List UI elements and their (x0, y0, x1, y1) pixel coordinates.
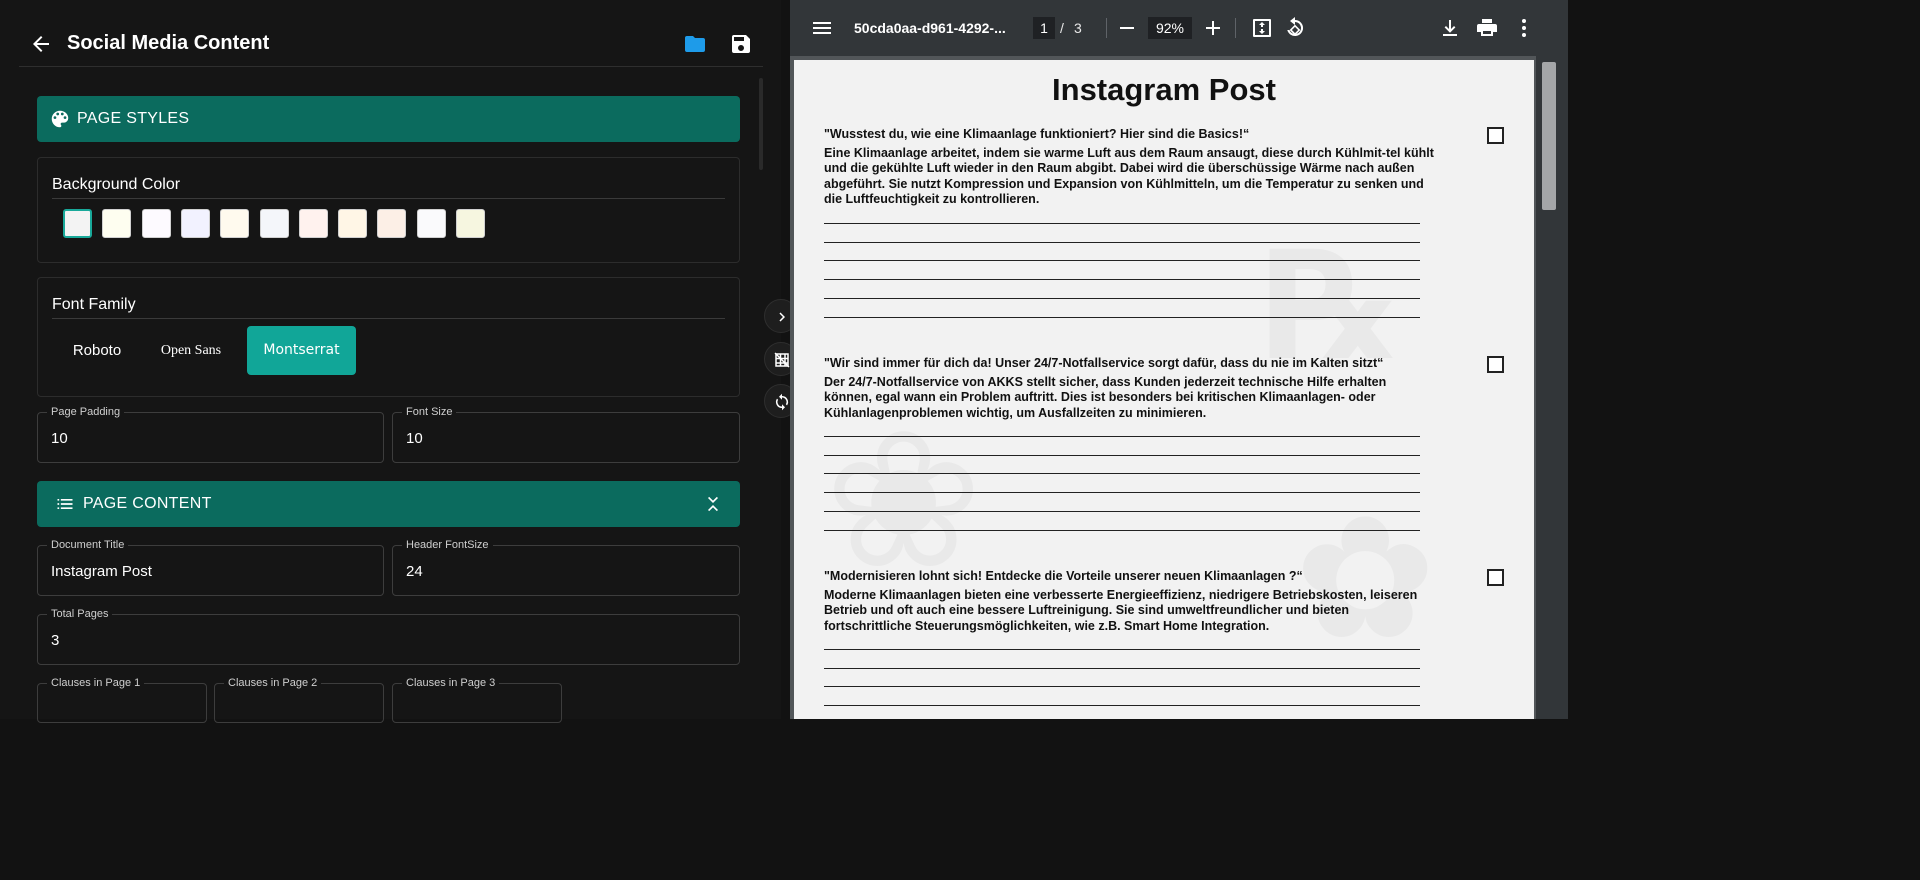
pdf-item-checkbox[interactable] (1487, 356, 1504, 373)
app-root: Social Media Content PAGE STYLES Backgro… (0, 0, 1568, 723)
palette-icon (51, 110, 69, 128)
editor-panel: Social Media Content PAGE STYLES Backgro… (0, 0, 781, 723)
download-icon[interactable] (1438, 16, 1462, 40)
clauses-page-2-label: Clauses in Page 2 (224, 677, 322, 689)
page-content-accordion[interactable]: PAGE CONTENT (37, 481, 740, 527)
background-swatch[interactable] (298, 209, 328, 238)
editor-header: Social Media Content (19, 20, 763, 67)
page-padding-value: 10 (51, 430, 68, 447)
rotate-icon[interactable] (1283, 16, 1307, 40)
list-icon (57, 499, 73, 509)
pdf-viewer: 50cda0aa-d961-4292-... 1 / 3 92% ℞ ❀ ✿ I… (790, 0, 1568, 719)
document-title-label: Document Title (47, 539, 129, 551)
page-content-heading: PAGE CONTENT (83, 495, 212, 512)
pdf-item-title: "Modernisieren lohnt sich! Entdecke die … (824, 569, 1303, 583)
pdf-item-checkbox[interactable] (1487, 569, 1504, 586)
font-size-value: 10 (406, 430, 423, 447)
background-swatch[interactable] (180, 209, 210, 238)
font-size-field[interactable]: Font Size 10 (392, 406, 740, 463)
page-count: 3 (1074, 20, 1082, 36)
page-title: Social Media Content (67, 32, 270, 54)
pdf-file-name: 50cda0aa-d961-4292-... (854, 20, 1006, 36)
more-vert-icon[interactable] (1512, 16, 1536, 40)
page-number-input[interactable]: 1 (1033, 17, 1055, 39)
answer-lines (824, 631, 1420, 719)
header-font-size-label: Header FontSize (402, 539, 493, 551)
background-color-card: Background Color (37, 157, 740, 263)
header-font-size-field[interactable]: Header FontSize 24 (392, 539, 740, 596)
zoom-out-icon[interactable] (1115, 16, 1139, 40)
pdf-item-checkbox[interactable] (1487, 127, 1504, 144)
font-option-roboto[interactable]: Roboto (58, 326, 136, 375)
arrow-back-icon[interactable] (29, 32, 53, 56)
pdf-scrollbar-thumb[interactable] (1542, 62, 1556, 210)
answer-lines (824, 418, 1420, 531)
background-swatch[interactable] (338, 209, 368, 238)
background-swatch[interactable] (259, 209, 289, 238)
page-padding-field[interactable]: Page Padding 10 (37, 406, 384, 463)
header-font-size-value: 24 (406, 563, 423, 580)
chevron-right-icon (779, 312, 785, 322)
pdf-item: "Wusstest du, wie eine Klimaanlage funkt… (824, 127, 1436, 208)
collapse-icon[interactable] (703, 494, 723, 514)
font-size-label: Font Size (402, 406, 457, 418)
background-swatch[interactable] (141, 209, 171, 238)
pdf-title: Instagram Post (1052, 72, 1276, 107)
pdf-item-title: "Wir sind immer für dich da! Unser 24/7-… (824, 356, 1384, 370)
background-color-label: Background Color (52, 176, 181, 193)
clauses-page-3-field[interactable]: Clauses in Page 3 (392, 677, 562, 723)
font-option-open-sans[interactable]: Open Sans (146, 326, 236, 375)
page-styles-heading: PAGE STYLES (77, 110, 190, 127)
total-pages-value: 3 (51, 632, 60, 649)
pdf-item-body: Moderne Klimaanlagen bieten eine verbess… (824, 588, 1418, 633)
background-swatch[interactable] (102, 209, 132, 238)
divider (52, 198, 725, 199)
folder-icon[interactable] (683, 32, 707, 56)
pdf-item-body: Eine Klimaanlage arbeitet, indem sie war… (824, 146, 1434, 207)
clauses-page-1-label: Clauses in Page 1 (47, 677, 145, 689)
page-padding-label: Page Padding (47, 406, 125, 418)
pdf-item: "Modernisieren lohnt sich! Entdecke die … (824, 569, 1436, 634)
pdf-page: ℞ ❀ ✿ Instagram Post "Wusstest du, wie e… (794, 60, 1534, 719)
background-swatch[interactable] (416, 209, 446, 238)
page-styles-accordion[interactable]: PAGE STYLES (37, 96, 740, 142)
total-pages-label: Total Pages (47, 608, 113, 620)
print-icon[interactable] (1475, 16, 1499, 40)
fit-page-icon[interactable] (1250, 16, 1274, 40)
panel-scrollbar[interactable] (759, 78, 763, 170)
pdf-item-body: Der 24/7-Notfallservice von AKKS stellt … (824, 375, 1387, 420)
grid-off-icon (774, 352, 790, 368)
answer-lines (824, 205, 1420, 318)
background-swatch[interactable] (220, 209, 250, 238)
background-swatch[interactable] (377, 209, 407, 238)
pdf-scrollbar[interactable] (1536, 56, 1568, 719)
zoom-in-icon[interactable] (1201, 16, 1225, 40)
font-family-label: Font Family (52, 296, 136, 313)
pdf-toolbar: 50cda0aa-d961-4292-... 1 / 3 92% (790, 0, 1568, 56)
page-separator: / (1060, 20, 1064, 36)
toolbar-divider (1235, 18, 1236, 38)
zoom-input[interactable]: 92% (1148, 17, 1192, 39)
pdf-item-title: "Wusstest du, wie eine Klimaanlage funkt… (824, 127, 1250, 141)
save-icon[interactable] (729, 32, 753, 56)
document-title-field[interactable]: Document Title Instagram Post (37, 539, 384, 596)
clauses-page-2-field[interactable]: Clauses in Page 2 (214, 677, 384, 723)
document-title-value: Instagram Post (51, 563, 152, 580)
font-option-montserrat[interactable]: Montserrat (247, 326, 356, 375)
toolbar-divider (1106, 18, 1107, 38)
divider (52, 318, 725, 319)
sync-icon (775, 393, 789, 411)
background-swatch[interactable] (63, 209, 92, 238)
clauses-page-3-label: Clauses in Page 3 (402, 677, 500, 689)
pdf-item: "Wir sind immer für dich da! Unser 24/7-… (824, 356, 1436, 421)
clauses-page-1-field[interactable]: Clauses in Page 1 (37, 677, 207, 723)
background-swatch[interactable] (456, 209, 485, 238)
menu-icon[interactable] (810, 16, 834, 40)
total-pages-field[interactable]: Total Pages 3 (37, 608, 740, 665)
font-family-card: Font Family Roboto Open Sans Montserrat (37, 277, 740, 397)
